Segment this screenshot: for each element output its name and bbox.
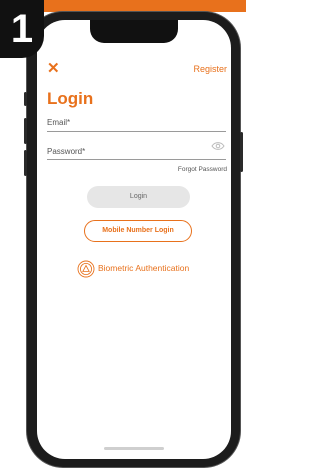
register-link[interactable]: Register xyxy=(193,64,227,74)
phone-volume-up-button xyxy=(24,118,27,144)
eye-icon[interactable] xyxy=(211,141,225,151)
email-field-label: Email* xyxy=(47,118,71,127)
phone-notch xyxy=(90,20,178,43)
fingerprint-shield-icon[interactable] xyxy=(77,260,95,278)
biometric-authentication-label[interactable]: Biometric Authentication xyxy=(98,263,189,273)
forgot-password-link[interactable]: Forgot Password xyxy=(178,166,227,173)
close-icon[interactable]: ✕ xyxy=(47,61,60,76)
home-indicator xyxy=(104,447,164,450)
phone-screen: ✕ Register Login Email* Password* Forgot… xyxy=(37,20,231,459)
phone-volume-down-button xyxy=(24,150,27,176)
password-field-label: Password* xyxy=(47,147,86,156)
phone-side-button xyxy=(24,92,27,106)
login-button[interactable]: Login xyxy=(87,186,190,208)
email-field[interactable] xyxy=(47,131,226,132)
mobile-number-login-button[interactable]: Mobile Number Login xyxy=(84,220,192,242)
phone-power-button xyxy=(240,132,243,172)
step-badge: 1 xyxy=(0,0,44,58)
password-field[interactable] xyxy=(47,159,226,160)
page-title: Login xyxy=(47,89,94,108)
